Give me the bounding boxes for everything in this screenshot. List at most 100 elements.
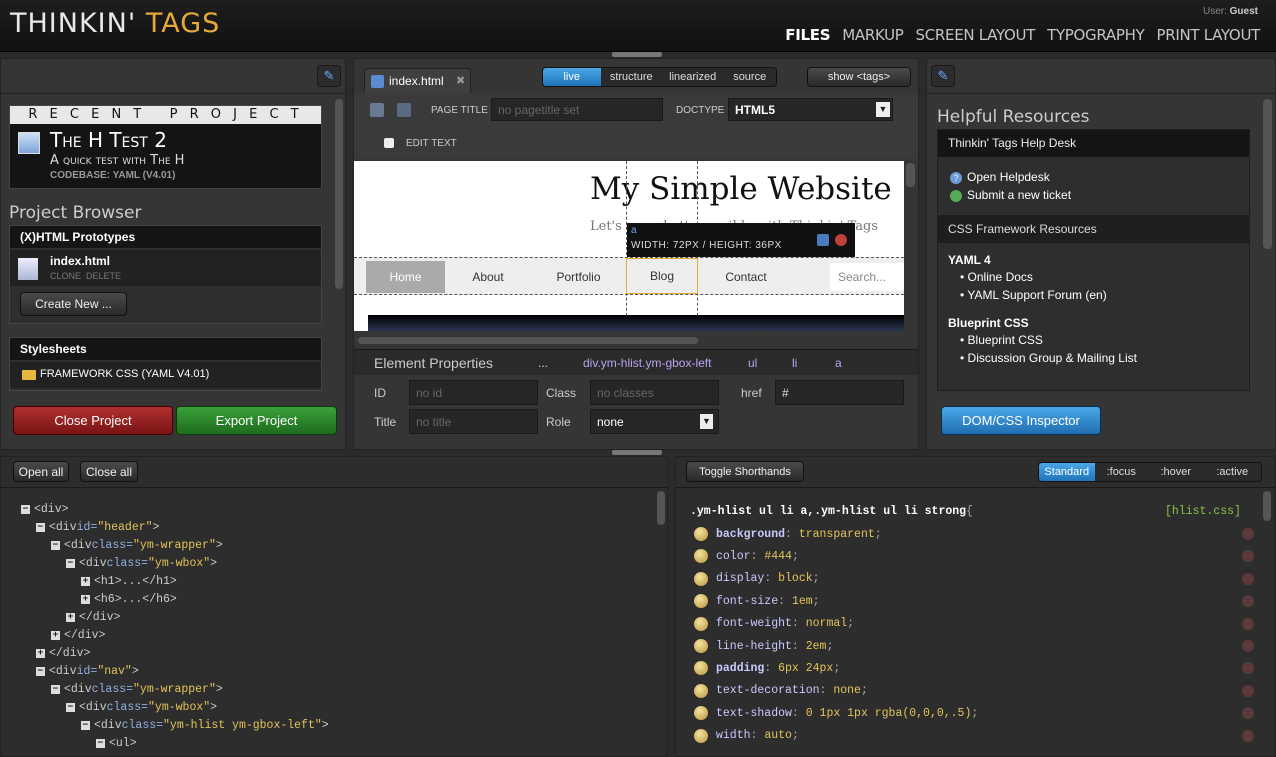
- lightbulb-icon[interactable]: [694, 549, 708, 564]
- css-value[interactable]: 6px 24px: [778, 662, 833, 675]
- copy-icon[interactable]: [397, 103, 411, 117]
- tree-node[interactable]: − <div class= "ym-wbox" >: [66, 554, 217, 572]
- tree-node[interactable]: + <h6>...</h6>: [81, 590, 177, 608]
- lightbulb-icon[interactable]: [694, 527, 708, 541]
- submit-ticket-link[interactable]: Submit a new ticket: [967, 188, 1071, 202]
- lightbulb-icon[interactable]: [694, 661, 708, 676]
- nav-files[interactable]: Files: [785, 26, 830, 44]
- nav-markup[interactable]: Markup: [842, 26, 904, 44]
- lightbulb-icon[interactable]: [694, 616, 708, 631]
- css-property[interactable]: text-shadow: [716, 707, 792, 720]
- crumb-ellipsis[interactable]: ...: [538, 356, 548, 370]
- css-value[interactable]: #444: [764, 550, 792, 563]
- tree-node[interactable]: − <div id= "header" >: [36, 518, 159, 536]
- css-property[interactable]: line-height: [716, 640, 792, 653]
- remove-declaration-icon[interactable]: [1242, 707, 1254, 720]
- close-project-button[interactable]: Close Project: [13, 406, 173, 435]
- state-active[interactable]: :active: [1203, 463, 1261, 481]
- css-value[interactable]: normal: [806, 617, 847, 630]
- close-tab-icon[interactable]: ✖: [456, 74, 465, 87]
- pin-icon[interactable]: ✎: [317, 65, 341, 87]
- select-parent-icon[interactable]: [817, 234, 829, 246]
- css-declaration[interactable]: padding: 6px 24px;: [694, 657, 1254, 679]
- css-selector[interactable]: .ym-hlist ul li a,.ym-hlist ul li strong…: [690, 505, 973, 518]
- stylesheet-item[interactable]: FRAMEWORK CSS (YAML V4.01): [10, 362, 321, 388]
- css-value[interactable]: none: [833, 684, 861, 697]
- mode-live[interactable]: live: [543, 68, 601, 86]
- lightbulb-icon[interactable]: [694, 594, 708, 609]
- role-chevron-down-icon[interactable]: ▼: [700, 414, 713, 429]
- close-all-button[interactable]: Close all: [80, 461, 138, 482]
- nav-screen-layout[interactable]: Screen Layout: [916, 26, 1036, 44]
- css-property[interactable]: width: [716, 729, 751, 742]
- mode-structure[interactable]: structure: [600, 68, 662, 86]
- tree-node[interactable]: − <div class= "ym-wrapper" >: [51, 680, 223, 698]
- tree-node[interactable]: − <ul>: [96, 734, 137, 752]
- file-actions[interactable]: CLONE DELETE: [50, 271, 121, 281]
- splitter-handle[interactable]: [612, 52, 662, 57]
- resources-scrollbar[interactable]: [1263, 99, 1272, 249]
- preview-nav-portfolio[interactable]: Portfolio: [531, 261, 626, 293]
- edit-text-checkbox[interactable]: [384, 138, 394, 148]
- site-title[interactable]: My Simple Website: [590, 171, 892, 207]
- page-title-input[interactable]: no pagetitle set: [491, 98, 663, 121]
- css-property[interactable]: background: [716, 528, 785, 541]
- preview-nav-about[interactable]: About: [445, 261, 531, 293]
- tree-scrollbar[interactable]: [657, 491, 665, 525]
- preview-hscroll[interactable]: [358, 337, 698, 344]
- remove-declaration-icon[interactable]: [1242, 572, 1254, 585]
- css-property[interactable]: font-size: [716, 595, 778, 608]
- css-value[interactable]: 2em: [806, 640, 827, 653]
- tree-node[interactable]: − <div>: [21, 500, 69, 518]
- toggle-shorthands-button[interactable]: Toggle Shorthands: [686, 461, 804, 482]
- css-source-file[interactable]: [hlist.css]: [1165, 505, 1241, 518]
- crumb-li[interactable]: li: [792, 356, 797, 370]
- mode-source[interactable]: source: [723, 68, 776, 86]
- blueprint-link[interactable]: • Blueprint CSS: [960, 333, 1043, 347]
- yaml-link-docs[interactable]: • Online Docs: [960, 270, 1033, 284]
- css-declaration[interactable]: display: block;: [694, 568, 1254, 590]
- chevron-down-icon[interactable]: ▼: [876, 102, 890, 117]
- css-value[interactable]: 1em: [792, 595, 813, 608]
- tree-node[interactable]: − <div class= "ym-wrapper" >: [51, 536, 223, 554]
- state-standard[interactable]: Standard: [1039, 463, 1095, 481]
- lightbulb-icon[interactable]: [694, 706, 708, 721]
- css-value[interactable]: block: [778, 572, 813, 585]
- lightbulb-icon[interactable]: [694, 571, 708, 586]
- css-declaration[interactable]: font-weight: normal;: [694, 613, 1254, 635]
- file-tab[interactable]: index.html ✖: [364, 68, 471, 93]
- file-item-index[interactable]: index.html CLONE DELETE: [10, 250, 321, 286]
- css-value[interactable]: auto: [764, 729, 792, 742]
- tree-node[interactable]: + <h1>...</h1>: [81, 572, 177, 590]
- tree-node[interactable]: − <div id= "nav" >: [36, 662, 139, 680]
- lightbulb-icon[interactable]: [694, 683, 708, 698]
- css-property[interactable]: display: [716, 572, 764, 585]
- crumb-ul[interactable]: ul: [748, 356, 757, 370]
- blueprint-mailing-link[interactable]: • Discussion Group & Mailing List: [960, 351, 1137, 365]
- preview-nav-blog[interactable]: Blog: [626, 258, 698, 294]
- preview-vscroll[interactable]: [906, 163, 915, 187]
- preview-nav-home[interactable]: Home: [366, 261, 445, 293]
- remove-declaration-icon[interactable]: [1242, 640, 1254, 652]
- remove-declaration-icon[interactable]: [1242, 684, 1254, 697]
- css-value[interactable]: 0 1px 1px rgba(0,0,0,.5): [806, 707, 972, 720]
- css-declaration[interactable]: text-shadow: 0 1px 1px rgba(0,0,0,.5);: [694, 702, 1254, 724]
- css-property[interactable]: text-decoration: [716, 684, 820, 697]
- splitter-handle-bottom[interactable]: [612, 450, 662, 455]
- css-declaration[interactable]: background: transparent;: [694, 523, 1254, 545]
- yaml-link-forum[interactable]: • YAML Support Forum (en): [960, 288, 1107, 302]
- href-input[interactable]: #: [775, 380, 904, 405]
- create-new-button[interactable]: Create New ...: [20, 292, 127, 316]
- open-all-button[interactable]: Open all: [13, 461, 69, 482]
- doctype-select[interactable]: HTML5: [728, 98, 893, 121]
- css-value[interactable]: transparent: [799, 528, 875, 541]
- show-tags-button[interactable]: show <tags>: [807, 67, 911, 87]
- title-input[interactable]: no title: [409, 409, 538, 434]
- live-preview[interactable]: My Simple Website Let's see what's possi…: [354, 161, 904, 331]
- css-declaration[interactable]: text-decoration: none;: [694, 680, 1254, 702]
- lightbulb-icon[interactable]: [694, 728, 708, 743]
- css-property[interactable]: font-weight: [716, 617, 792, 630]
- recent-project-card[interactable]: R E C E N T P R O J E C T The H Test 2 A…: [9, 105, 322, 189]
- remove-declaration-icon[interactable]: [1242, 662, 1254, 675]
- remove-declaration-icon[interactable]: [1242, 729, 1254, 742]
